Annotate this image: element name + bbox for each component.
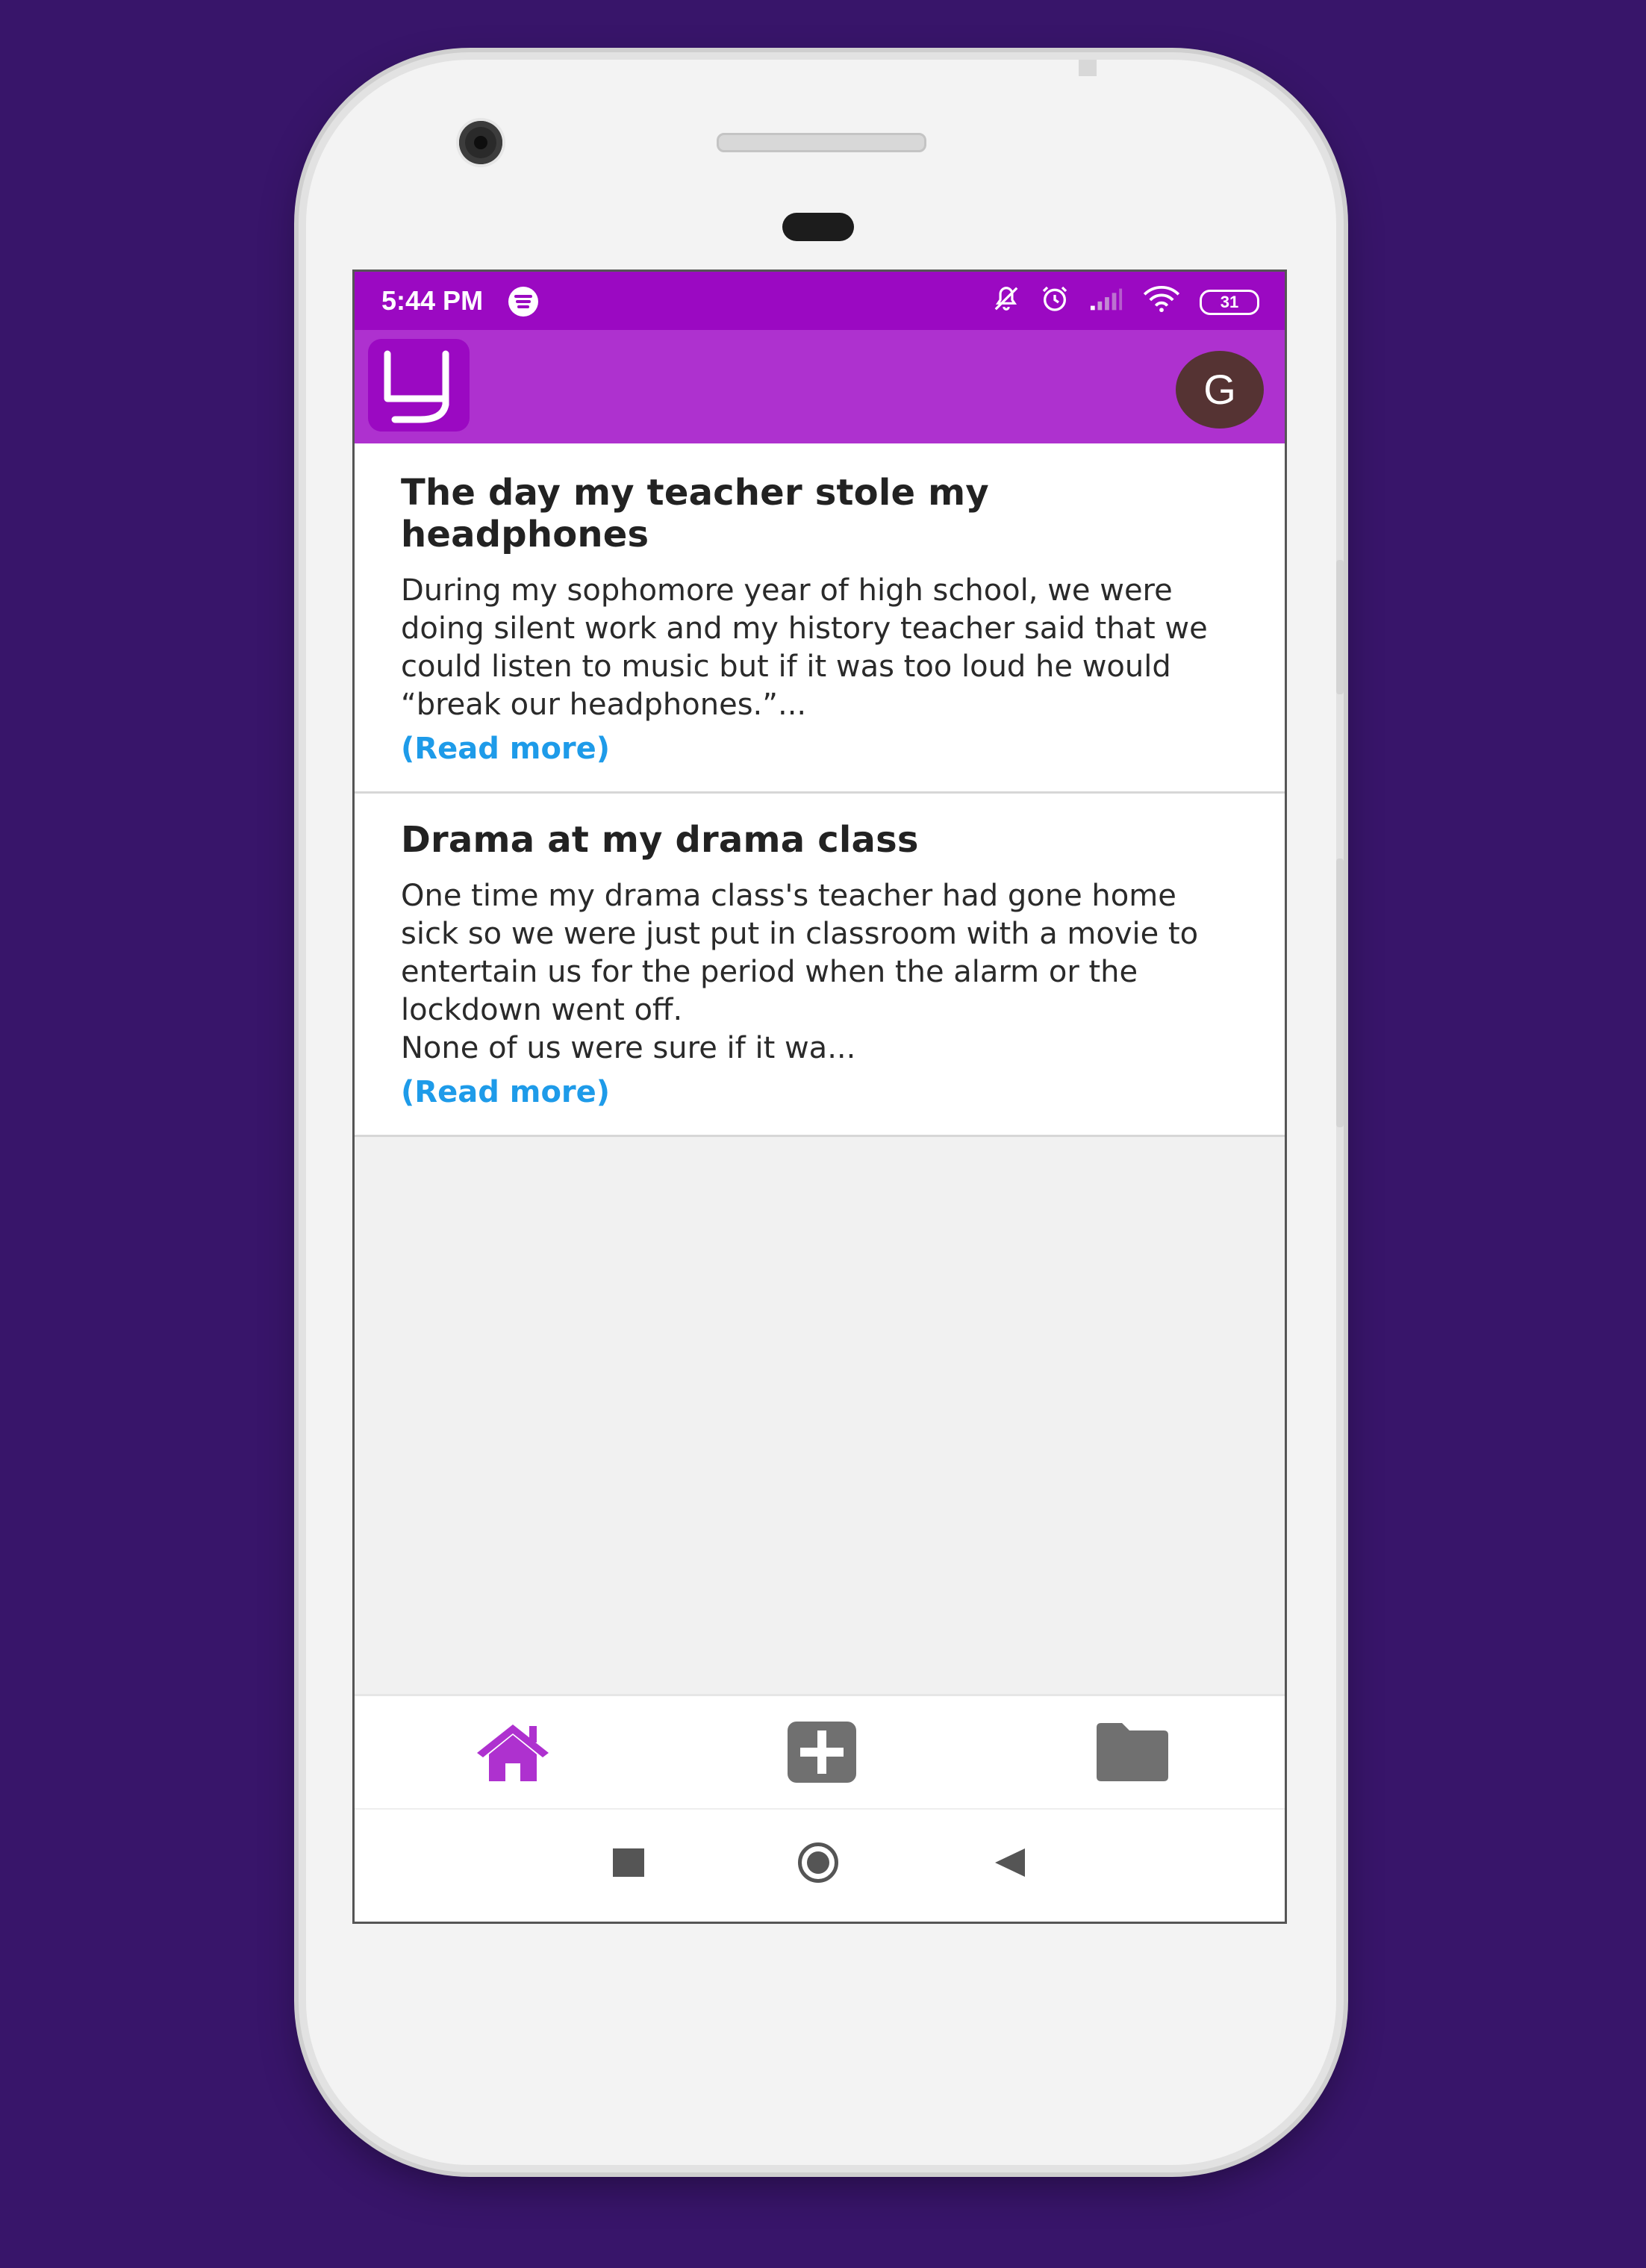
proximity-sensor — [782, 213, 854, 241]
app-screen: 5:44 PM 31 G The day my teacher stole my… — [352, 270, 1287, 1924]
post-feed: The day my teacher stole my headphones D… — [355, 443, 1285, 1137]
earpiece-speaker — [717, 133, 926, 152]
app-logo-icon[interactable] — [368, 339, 470, 432]
post-title: Drama at my drama class — [401, 819, 919, 861]
home-circle-icon[interactable] — [798, 1842, 838, 1883]
bottom-navigation — [355, 1694, 1285, 1810]
status-icons: 31 — [992, 284, 1259, 320]
battery-icon: 31 — [1200, 289, 1259, 315]
status-time: 5:44 PM — [381, 285, 484, 316]
app-bar: G — [355, 330, 1285, 443]
read-more-link[interactable]: (Read more) — [401, 1075, 1238, 1109]
post-card[interactable]: Drama at my drama class One time my dram… — [355, 794, 1285, 1137]
user-avatar[interactable]: G — [1176, 351, 1264, 429]
folder-icon[interactable] — [1094, 1719, 1183, 1786]
back-triangle-icon[interactable] — [994, 1847, 1026, 1881]
post-title: The day my teacher stole my headphones — [401, 472, 989, 555]
status-bar: 5:44 PM 31 — [355, 272, 1285, 330]
spotify-icon — [508, 287, 538, 317]
front-camera — [459, 121, 502, 164]
home-icon[interactable] — [474, 1719, 564, 1786]
add-icon[interactable] — [786, 1719, 876, 1786]
bell-off-icon — [992, 284, 1020, 320]
signal-icon — [1089, 285, 1123, 319]
phone-volume-button — [1336, 560, 1344, 694]
phone-power-button — [1336, 859, 1344, 1127]
read-more-link[interactable]: (Read more) — [401, 732, 1238, 766]
alarm-icon — [1040, 284, 1070, 320]
post-card[interactable]: The day my teacher stole my headphones D… — [355, 443, 1285, 794]
recents-square-icon[interactable] — [613, 1848, 644, 1877]
post-excerpt: One time my drama class's teacher had go… — [401, 879, 1199, 1065]
post-excerpt: During my sophomore year of high school,… — [401, 573, 1208, 722]
system-navigation — [355, 1808, 1285, 1922]
wifi-icon — [1143, 284, 1180, 320]
phone-top-button — [1079, 60, 1097, 76]
